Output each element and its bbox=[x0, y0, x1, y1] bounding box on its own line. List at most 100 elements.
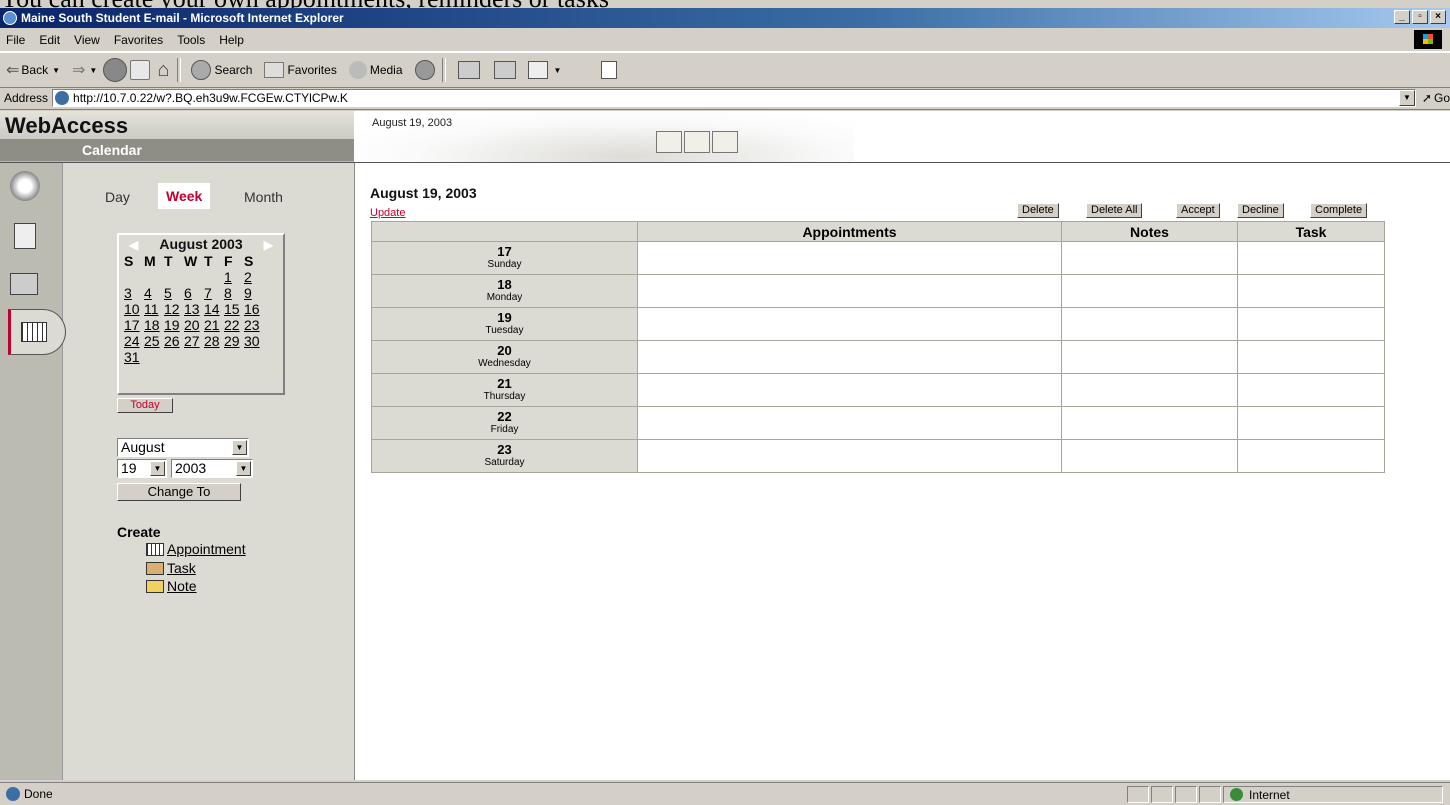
chevron-down-icon[interactable]: ▼ bbox=[554, 66, 562, 75]
delete-button[interactable]: Delete bbox=[1017, 203, 1059, 218]
mini-date-link[interactable]: 8 bbox=[224, 285, 244, 301]
month-select[interactable]: August ▼ bbox=[117, 438, 249, 457]
menu-edit[interactable]: Edit bbox=[39, 33, 60, 47]
appointments-cell[interactable] bbox=[637, 241, 1062, 275]
create-task[interactable]: Task bbox=[146, 560, 196, 576]
mini-date-link[interactable]: 13 bbox=[184, 301, 204, 317]
mini-date-link[interactable]: 10 bbox=[124, 301, 144, 317]
home-globe-icon[interactable] bbox=[10, 171, 40, 201]
search-button[interactable]: Search bbox=[191, 60, 252, 80]
appointments-cell[interactable] bbox=[637, 340, 1062, 374]
mini-date-link[interactable]: 15 bbox=[224, 301, 244, 317]
mini-date-link[interactable]: 12 bbox=[164, 301, 184, 317]
mini-date-link[interactable]: 20 bbox=[184, 317, 204, 333]
view-month-link[interactable]: Month bbox=[244, 189, 283, 205]
menu-file[interactable]: File bbox=[6, 33, 25, 47]
stop-icon[interactable] bbox=[103, 58, 128, 82]
address-input[interactable]: http://10.7.0.22/w?.BQ.eh3u9w.FCGEw.CTYl… bbox=[52, 89, 1416, 107]
mini-date-link[interactable]: 31 bbox=[124, 349, 144, 365]
mini-date-link[interactable]: 6 bbox=[184, 285, 204, 301]
delete-all-button[interactable]: Delete All bbox=[1086, 203, 1143, 218]
appointments-cell[interactable] bbox=[637, 373, 1062, 407]
history-icon[interactable] bbox=[414, 60, 435, 80]
exit-icon[interactable] bbox=[712, 131, 738, 153]
day-header-cell[interactable]: 22 Friday bbox=[371, 406, 638, 440]
address-url[interactable]: http://10.7.0.22/w?.BQ.eh3u9w.FCGEw.CTYl… bbox=[73, 91, 348, 105]
mini-date-link[interactable]: 22 bbox=[224, 317, 244, 333]
create-task-link[interactable]: Task bbox=[167, 560, 196, 576]
task-cell[interactable] bbox=[1237, 406, 1385, 440]
update-link[interactable]: Update bbox=[370, 207, 405, 219]
prev-month-icon[interactable]: ◀ bbox=[129, 236, 138, 254]
view-day-link[interactable]: Day bbox=[105, 189, 130, 205]
print-icon[interactable] bbox=[493, 61, 516, 79]
create-appointment-link[interactable]: Appointment bbox=[167, 541, 246, 557]
change-to-button[interactable]: Change To bbox=[117, 483, 241, 501]
minimize-button[interactable]: _ bbox=[1394, 10, 1410, 24]
day-header-cell[interactable]: 19 Tuesday bbox=[371, 307, 638, 341]
home-icon[interactable]: ⌂ bbox=[157, 59, 169, 82]
mini-date-link[interactable]: 26 bbox=[164, 333, 184, 349]
forward-button[interactable]: ⇒ ▼ bbox=[72, 60, 97, 80]
day-select[interactable]: 19 ▼ bbox=[117, 459, 167, 478]
decline-button[interactable]: Decline bbox=[1237, 203, 1284, 218]
mail-icon[interactable] bbox=[457, 61, 480, 79]
create-appointment[interactable]: Appointment bbox=[146, 541, 246, 557]
mini-date-link[interactable]: 29 bbox=[224, 333, 244, 349]
help-icon[interactable] bbox=[656, 131, 682, 153]
notes-cell[interactable] bbox=[1061, 274, 1238, 308]
address-dropdown-button[interactable]: ▼ bbox=[1398, 90, 1415, 106]
menu-favorites[interactable]: Favorites bbox=[114, 33, 163, 47]
go-button[interactable]: ➚ Go bbox=[1422, 91, 1450, 105]
mini-date-link[interactable]: 27 bbox=[184, 333, 204, 349]
refresh-icon[interactable] bbox=[130, 60, 151, 80]
view-week-link[interactable]: Week bbox=[158, 183, 211, 209]
mini-date-link[interactable]: 30 bbox=[244, 333, 264, 349]
mini-date-link[interactable]: 25 bbox=[144, 333, 164, 349]
year-select[interactable]: 2003 ▼ bbox=[171, 459, 253, 478]
edit-icon[interactable] bbox=[527, 61, 548, 79]
address-book-icon[interactable] bbox=[10, 273, 38, 295]
mini-date-link[interactable]: 21 bbox=[204, 317, 224, 333]
task-cell[interactable] bbox=[1237, 241, 1385, 275]
day-header-cell[interactable]: 18 Monday bbox=[371, 274, 638, 308]
window-titlebar[interactable]: Maine South Student E-mail - Microsoft I… bbox=[0, 8, 1450, 28]
create-note-link[interactable]: Note bbox=[167, 578, 197, 594]
mini-date-link[interactable]: 7 bbox=[204, 285, 224, 301]
options-icon[interactable] bbox=[684, 131, 710, 153]
back-button[interactable]: ⇐ Back ▼ bbox=[6, 60, 60, 80]
appointments-cell[interactable] bbox=[637, 439, 1062, 473]
menu-help[interactable]: Help bbox=[219, 33, 244, 47]
accept-button[interactable]: Accept bbox=[1176, 203, 1220, 218]
task-cell[interactable] bbox=[1237, 307, 1385, 341]
mini-date-link[interactable]: 14 bbox=[204, 301, 224, 317]
mini-date-link[interactable]: 11 bbox=[144, 301, 164, 317]
mail-module-icon[interactable] bbox=[14, 223, 36, 249]
appointments-cell[interactable] bbox=[637, 274, 1062, 308]
favorites-button[interactable]: Favorites bbox=[264, 62, 337, 78]
mini-date-link[interactable]: 2 bbox=[244, 269, 264, 285]
appointments-cell[interactable] bbox=[637, 307, 1062, 341]
mini-date-link[interactable]: 1 bbox=[224, 269, 244, 285]
task-cell[interactable] bbox=[1237, 274, 1385, 308]
calendar-tab[interactable] bbox=[8, 309, 66, 355]
complete-button[interactable]: Complete bbox=[1310, 203, 1368, 218]
notes-cell[interactable] bbox=[1061, 373, 1238, 407]
mini-date-link[interactable]: 5 bbox=[164, 285, 184, 301]
messenger-icon[interactable] bbox=[601, 61, 618, 79]
day-header-cell[interactable]: 23 Saturday bbox=[371, 439, 638, 473]
mini-date-link[interactable]: 16 bbox=[244, 301, 264, 317]
task-cell[interactable] bbox=[1237, 373, 1385, 407]
mini-date-link[interactable]: 18 bbox=[144, 317, 164, 333]
close-button[interactable]: × bbox=[1430, 10, 1446, 24]
mini-date-link[interactable]: 19 bbox=[164, 317, 184, 333]
restore-button[interactable]: ▫ bbox=[1412, 10, 1428, 24]
menu-view[interactable]: View bbox=[74, 33, 100, 47]
day-header-cell[interactable]: 20 Wednesday bbox=[371, 340, 638, 374]
menu-tools[interactable]: Tools bbox=[177, 33, 205, 47]
appointments-cell[interactable] bbox=[637, 406, 1062, 440]
notes-cell[interactable] bbox=[1061, 307, 1238, 341]
notes-cell[interactable] bbox=[1061, 439, 1238, 473]
notes-cell[interactable] bbox=[1061, 406, 1238, 440]
day-header-cell[interactable]: 21 Thursday bbox=[371, 373, 638, 407]
